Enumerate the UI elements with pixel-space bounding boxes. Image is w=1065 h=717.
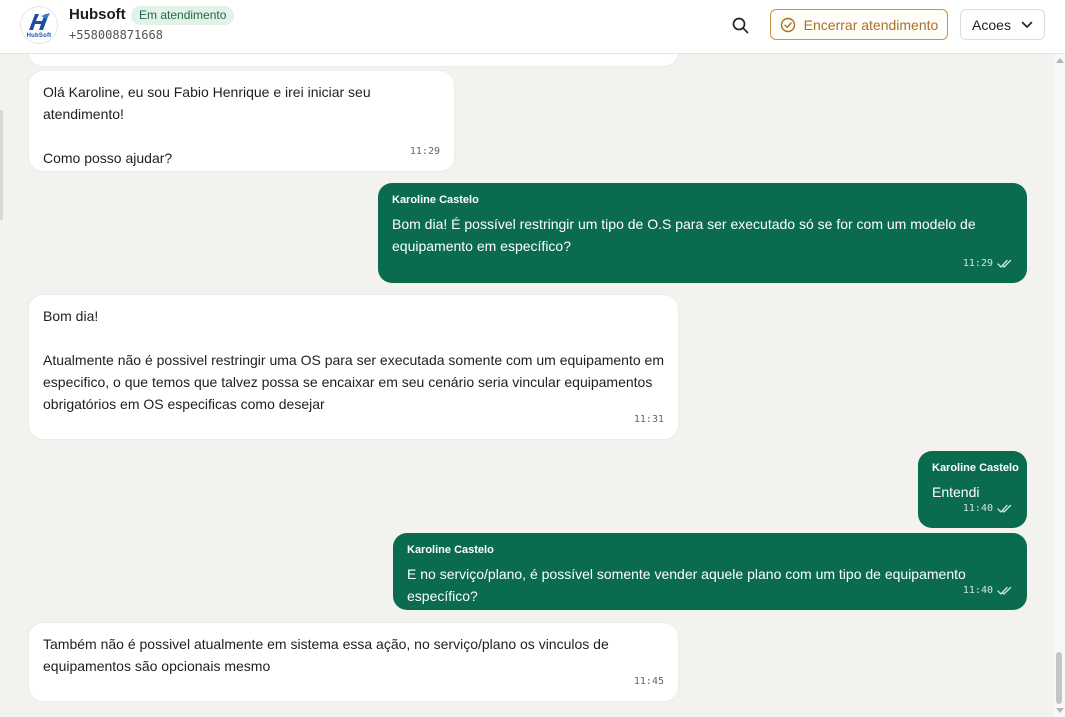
- avatar-logo-text: HubSoft: [26, 32, 52, 39]
- end-service-button[interactable]: Encerrar atendimento: [770, 9, 948, 40]
- message-time: 11:40: [962, 503, 993, 514]
- message-incoming: Olá Karoline, eu sou Fabio Henrique e ir…: [29, 71, 454, 171]
- left-panel-edge: [0, 110, 3, 220]
- double-check-icon: [997, 259, 1012, 268]
- message-outgoing: Karoline Castelo Entendi 11:40: [918, 451, 1027, 528]
- message-text: Bom dia! Atualmente não é possivel restr…: [43, 308, 664, 412]
- message-incoming: Também não é possivel atualmente em sist…: [29, 623, 678, 701]
- end-service-label: Encerrar atendimento: [803, 16, 939, 33]
- chat-messages-area: Olá Karoline, eu sou Fabio Henrique e ir…: [0, 54, 1052, 717]
- message-sender: Karoline Castelo: [932, 462, 1019, 474]
- chat-scrollbar[interactable]: [1052, 54, 1065, 717]
- check-circle-icon: [780, 17, 795, 32]
- message-incoming: Bom dia! Atualmente não é possivel restr…: [29, 295, 678, 439]
- scroll-down-arrow-icon[interactable]: [1056, 708, 1064, 713]
- actions-dropdown-button[interactable]: Acoes: [960, 9, 1045, 40]
- avatar: HubSoft: [20, 6, 58, 44]
- contact-name: Hubsoft: [69, 6, 126, 23]
- double-check-icon: [997, 504, 1012, 513]
- message-time: 11:29: [962, 258, 993, 269]
- message-time: 11:31: [633, 414, 664, 425]
- scroll-up-arrow-icon[interactable]: [1056, 58, 1064, 63]
- message-meta: 11:40: [963, 498, 1013, 520]
- message-outgoing: Karoline Castelo Bom dia! É possível res…: [378, 183, 1027, 283]
- message-text: Olá Karoline, eu sou Fabio Henrique e ir…: [43, 84, 371, 166]
- message-text: Também não é possivel atualmente em sist…: [43, 636, 609, 674]
- message-meta: 11:31: [634, 409, 664, 431]
- message-meta: 11:29: [410, 141, 440, 163]
- message-sender: Karoline Castelo: [407, 544, 494, 556]
- search-button[interactable]: [728, 13, 752, 37]
- message-meta: 11:29: [963, 253, 1013, 275]
- contact-phone: +558008871668: [69, 28, 163, 42]
- message-time: 11:45: [633, 676, 664, 687]
- message-text: E no serviço/plano, é possível somente v…: [407, 566, 966, 604]
- chat-header: HubSoft Hubsoft Em atendimento +55800887…: [0, 0, 1065, 54]
- search-icon: [732, 17, 748, 33]
- chevron-down-icon: [1021, 21, 1033, 28]
- hubsoft-logo-icon: [29, 12, 50, 30]
- scrollbar-thumb[interactable]: [1056, 652, 1062, 704]
- status-badge: Em atendimento: [131, 6, 235, 25]
- message-text: Bom dia! É possível restringir um tipo d…: [392, 216, 976, 254]
- double-check-icon: [997, 586, 1012, 595]
- message-outgoing: Karoline Castelo E no serviço/plano, é p…: [393, 533, 1027, 610]
- message-sender: Karoline Castelo: [392, 194, 479, 206]
- message-meta: 11:45: [634, 671, 664, 693]
- previous-message-bubble: [29, 54, 678, 66]
- message-time: 11:40: [962, 585, 993, 596]
- message-meta: 11:40: [963, 580, 1013, 602]
- message-time: 11:29: [409, 146, 440, 157]
- actions-label: Acoes: [972, 16, 1011, 33]
